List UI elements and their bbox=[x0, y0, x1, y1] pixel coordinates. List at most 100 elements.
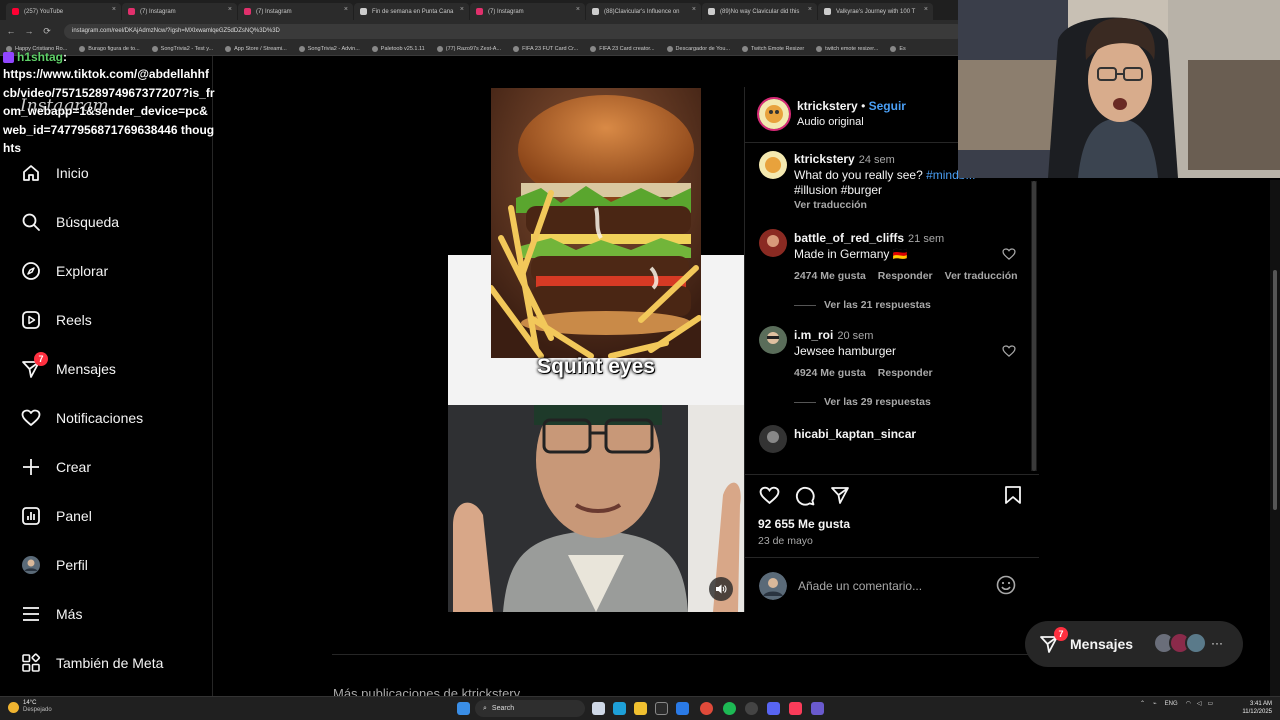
sidebar-item-mas[interactable]: Más bbox=[20, 601, 82, 627]
bookmark-item[interactable]: Twitch Emote Resizer bbox=[741, 45, 804, 52]
close-tab-icon[interactable]: × bbox=[924, 6, 928, 13]
comment-bubble-icon[interactable] bbox=[794, 485, 815, 511]
commenter-avatar[interactable] bbox=[759, 229, 787, 257]
close-tab-icon[interactable]: × bbox=[808, 6, 812, 13]
view-replies-button[interactable]: Ver las 21 respuestas bbox=[794, 299, 931, 311]
weather-widget[interactable]: 14°C Despejado bbox=[8, 700, 52, 714]
browser-tab[interactable]: Valkyrae's Journey with 100 T × bbox=[818, 3, 933, 20]
network-icon[interactable]: ⌁ bbox=[1153, 700, 1157, 707]
close-tab-icon[interactable]: × bbox=[112, 6, 116, 13]
comment-username[interactable]: hicabi_kaptan_sincar bbox=[794, 427, 916, 441]
author-username[interactable]: ktrickstery • Seguir bbox=[797, 99, 906, 113]
sidebar-item-panel[interactable]: Panel bbox=[20, 503, 92, 529]
comment-likes[interactable]: 4924 Me gusta bbox=[794, 367, 866, 379]
obs-icon[interactable] bbox=[745, 702, 758, 715]
translate-link[interactable]: Ver traducción bbox=[794, 199, 879, 211]
back-icon[interactable]: ← bbox=[4, 26, 18, 36]
music-icon[interactable] bbox=[789, 702, 802, 715]
sidebar-item-explorar[interactable]: Explorar bbox=[20, 258, 108, 284]
clock[interactable]: 3:41 AM 11/12/2025 bbox=[1236, 700, 1272, 716]
sidebar-item-label: Crear bbox=[56, 459, 92, 475]
bookmark-item[interactable]: SongTrivia2 - Advin... bbox=[298, 45, 360, 52]
edge-icon[interactable] bbox=[613, 702, 626, 715]
reel-video[interactable]: Squint eyes bbox=[448, 87, 744, 612]
reload-icon[interactable]: ⟳ bbox=[40, 26, 54, 37]
battery-icon[interactable]: ▭ bbox=[1208, 700, 1214, 707]
sidebar-item-label: Notificaciones bbox=[56, 410, 144, 426]
browser-tab[interactable]: (257) YouTube × bbox=[6, 3, 121, 20]
author-avatar[interactable] bbox=[759, 151, 787, 179]
browser-tab[interactable]: Fin de semana en Punta Cana × bbox=[354, 3, 469, 20]
emoji-icon[interactable] bbox=[996, 575, 1016, 600]
add-comment-input[interactable]: Añade un comentario... bbox=[798, 579, 922, 593]
browser-tab[interactable]: (7) Instagram × bbox=[238, 3, 353, 20]
volume-icon[interactable]: ◁ bbox=[1197, 700, 1202, 707]
comments-scrollbar[interactable] bbox=[1031, 181, 1037, 471]
audio-label[interactable]: Audio original bbox=[797, 116, 864, 128]
comment-hashtags[interactable]: #illusion #burger bbox=[794, 183, 882, 197]
sidebar-item-mensajes[interactable]: 7 Mensajes bbox=[20, 352, 116, 382]
likes-count[interactable]: 92 655 Me gusta bbox=[758, 517, 850, 531]
discord-icon[interactable] bbox=[767, 702, 780, 715]
sidebar-item-inicio[interactable]: Inicio bbox=[20, 160, 89, 186]
share-icon[interactable] bbox=[830, 485, 850, 510]
close-tab-icon[interactable]: × bbox=[692, 6, 696, 13]
sidebar-item-tambien-de-meta[interactable]: También de Meta bbox=[20, 650, 163, 676]
comment-username[interactable]: i.m_roi 20 sem bbox=[794, 328, 873, 342]
url-field[interactable]: instagram.com/reel/DKAjAdmzNcw/?igsh=MXl… bbox=[64, 23, 964, 39]
comment-likes[interactable]: 2474 Me gusta bbox=[794, 270, 866, 282]
sidebar-item-busqueda[interactable]: Búsqueda bbox=[20, 209, 119, 235]
browser-tab[interactable]: (7) Instagram × bbox=[470, 3, 585, 20]
browser-tab[interactable]: (89)No way Clavicular did this × bbox=[702, 3, 817, 20]
comment-username[interactable]: battle_of_red_cliffs 21 sem bbox=[794, 231, 944, 245]
author-avatar[interactable] bbox=[757, 97, 791, 131]
bookmark-item[interactable]: FIFA 23 Card creator... bbox=[590, 45, 655, 52]
chrome-icon[interactable] bbox=[700, 702, 713, 715]
page-scrollbar[interactable] bbox=[1270, 180, 1280, 696]
teams-icon[interactable] bbox=[811, 702, 824, 715]
bookmark-item[interactable]: (77) Razo97s Zest-A... bbox=[436, 45, 501, 52]
task-view-icon[interactable] bbox=[592, 702, 605, 715]
bookmark-item[interactable]: Paletoob v25.1.11 bbox=[371, 45, 425, 52]
taskbar-search[interactable]: ⌕ Search bbox=[475, 700, 585, 717]
forward-icon[interactable]: → bbox=[22, 26, 36, 36]
bookmark-item[interactable]: twitch emote resizer... bbox=[816, 45, 878, 52]
like-comment-heart-icon[interactable] bbox=[1002, 247, 1016, 265]
like-comment-heart-icon[interactable] bbox=[1002, 344, 1016, 362]
translate-link[interactable]: Ver traducción bbox=[945, 270, 1018, 282]
comment-username[interactable]: ktrickstery 24 sem bbox=[794, 152, 895, 166]
follow-button[interactable]: Seguir bbox=[869, 99, 906, 113]
sidebar-item-reels[interactable]: Reels bbox=[20, 307, 92, 333]
like-heart-icon[interactable] bbox=[759, 485, 780, 509]
volume-icon[interactable] bbox=[709, 577, 733, 601]
close-tab-icon[interactable]: × bbox=[576, 6, 580, 13]
chevron-up-icon[interactable]: ⌃ bbox=[1140, 700, 1145, 707]
terminal-icon[interactable] bbox=[655, 702, 668, 715]
save-bookmark-icon[interactable] bbox=[1004, 485, 1022, 510]
start-icon[interactable] bbox=[457, 702, 470, 715]
browser-tab[interactable]: (7) Instagram × bbox=[122, 3, 237, 20]
explorer-icon[interactable] bbox=[634, 702, 647, 715]
sidebar-item-perfil[interactable]: Perfil bbox=[20, 552, 88, 578]
wifi-icon[interactable]: ◠ bbox=[1186, 700, 1191, 707]
bookmark-item[interactable]: App Store / Streami... bbox=[225, 45, 287, 52]
view-replies-button[interactable]: Ver las 29 respuestas bbox=[794, 396, 931, 408]
reply-button[interactable]: Responder bbox=[878, 367, 933, 379]
reply-button[interactable]: Responder bbox=[878, 270, 933, 282]
browser-tab[interactable]: (88)Clavicular's Influence on × bbox=[586, 3, 701, 20]
close-tab-icon[interactable]: × bbox=[460, 6, 464, 13]
lang-indicator[interactable]: ENG bbox=[1165, 701, 1178, 707]
close-tab-icon[interactable]: × bbox=[228, 6, 232, 13]
close-tab-icon[interactable]: × bbox=[344, 6, 348, 13]
spotify-icon[interactable] bbox=[723, 702, 736, 715]
commenter-avatar[interactable] bbox=[759, 425, 787, 453]
bookmark-item[interactable]: Descargador de You... bbox=[666, 45, 730, 52]
commenter-avatar[interactable] bbox=[759, 326, 787, 354]
bookmark-item[interactable]: FIFA 23 FUT Card Cr... bbox=[513, 45, 578, 52]
sidebar-item-crear[interactable]: Crear bbox=[20, 454, 91, 480]
system-tray[interactable]: ⌃ ⌁ ENG ◠ ◁ ▭ bbox=[1140, 700, 1214, 708]
bookmark-item[interactable]: Es bbox=[890, 45, 906, 52]
sidebar-item-notificaciones[interactable]: Notificaciones bbox=[20, 405, 143, 431]
messages-floating-button[interactable]: 7 Mensajes ··· bbox=[1025, 621, 1243, 667]
store-icon[interactable] bbox=[676, 702, 689, 715]
